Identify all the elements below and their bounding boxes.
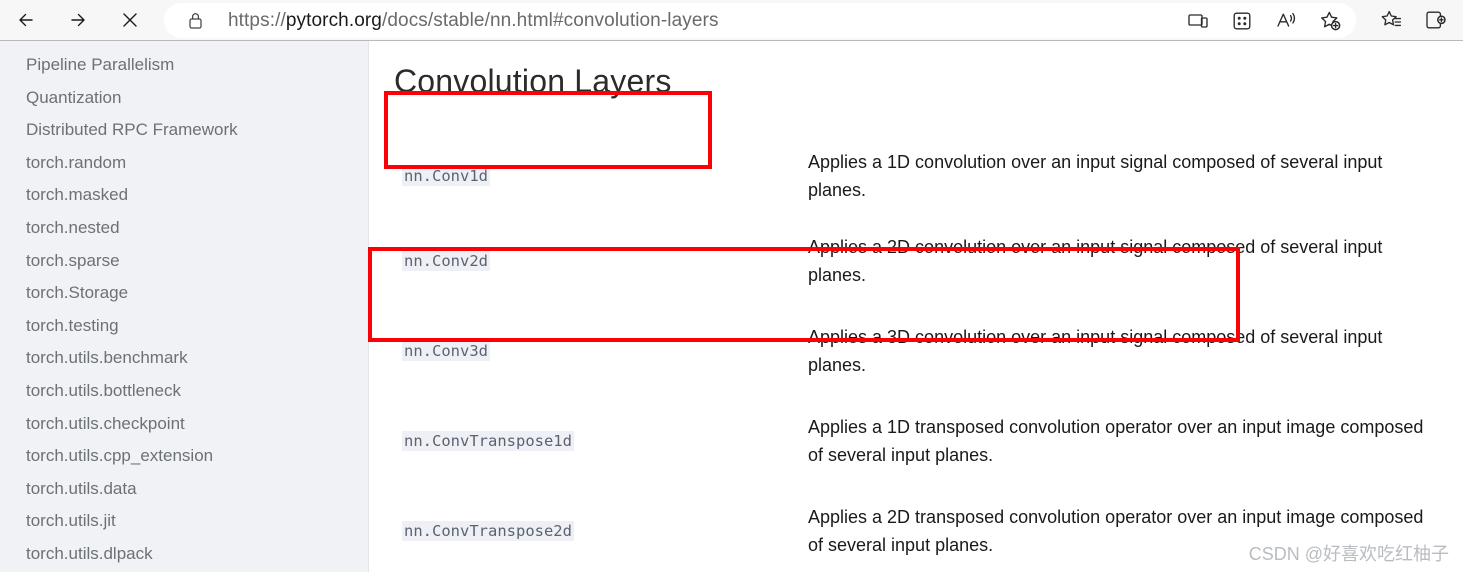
- sidebar-item-torch-masked[interactable]: torch.masked: [0, 179, 368, 212]
- sidebar-item-torch-sparse[interactable]: torch.sparse: [0, 245, 368, 278]
- table-row[interactable]: nn.Conv1d Applies a 1D convolution over …: [370, 136, 1463, 216]
- table-row[interactable]: nn.ConvTranspose1d Applies a 1D transpos…: [370, 396, 1463, 486]
- add-favorite-icon[interactable]: [1308, 4, 1352, 38]
- stop-loading-button[interactable]: [110, 3, 150, 37]
- api-name-cell: nn.Conv3d: [370, 340, 808, 361]
- csdn-watermark: CSDN @好喜欢吃红柚子: [1248, 544, 1449, 564]
- api-name-cell: nn.ConvTranspose2d: [370, 520, 808, 541]
- favorites-icon[interactable]: [1369, 4, 1413, 38]
- sidebar-item-torch-utils-benchmark[interactable]: torch.utils.benchmark: [0, 342, 368, 375]
- sidebar-item-quantization[interactable]: Quantization: [0, 82, 368, 115]
- url-text[interactable]: https://pytorch.org/docs/stable/nn.html#…: [228, 10, 719, 32]
- table-row[interactable]: nn.Conv3d Applies a 3D convolution over …: [370, 306, 1463, 396]
- sidebar-item-torch-utils-cpp-extension[interactable]: torch.utils.cpp_extension: [0, 440, 368, 473]
- sidebar-item-torch-utils-bottleneck[interactable]: torch.utils.bottleneck: [0, 375, 368, 408]
- toolbar-actions: [1369, 3, 1457, 38]
- api-table: nn.Conv1d Applies a 1D convolution over …: [370, 136, 1463, 572]
- read-aloud-icon[interactable]: [1264, 4, 1308, 38]
- address-bar-actions: [1176, 3, 1352, 38]
- address-bar[interactable]: https://pytorch.org/docs/stable/nn.html#…: [164, 3, 1356, 38]
- forward-button[interactable]: [60, 3, 100, 37]
- sidebar-item-torch-random[interactable]: torch.random: [0, 147, 368, 180]
- split-screen-icon[interactable]: [1220, 4, 1264, 38]
- url-prefix: https://: [228, 9, 286, 31]
- docs-content: Convolution Layers nn.Conv1d Applies a 1…: [370, 41, 1463, 572]
- lock-icon[interactable]: [180, 6, 210, 36]
- api-name-convtranspose2d[interactable]: nn.ConvTranspose2d: [402, 520, 574, 541]
- api-description-conv1d: Applies a 1D convolution over an input s…: [808, 152, 1383, 200]
- sidebar-item-distributed-rpc-framework[interactable]: Distributed RPC Framework: [0, 114, 368, 147]
- sidebar-item-torch-nested[interactable]: torch.nested: [0, 212, 368, 245]
- sidebar-item-torch-utils-checkpoint[interactable]: torch.utils.checkpoint: [0, 408, 368, 441]
- api-name-cell: nn.Conv1d: [370, 165, 808, 186]
- sidebar-item-torch-storage[interactable]: torch.Storage: [0, 277, 368, 310]
- cast-to-device-icon[interactable]: [1176, 4, 1220, 38]
- table-row[interactable]: nn.Conv2d Applies a 2D convolution over …: [370, 216, 1463, 306]
- url-path: /docs/stable/nn.html#convolution-layers: [381, 9, 719, 31]
- api-name-conv3d[interactable]: nn.Conv3d: [402, 340, 490, 361]
- api-description-cell: Applies a 3D convolution over an input s…: [808, 323, 1463, 379]
- docs-sidebar[interactable]: Pipeline Parallelism Quantization Distri…: [0, 41, 369, 572]
- api-name-convtranspose1d[interactable]: nn.ConvTranspose1d: [402, 430, 574, 451]
- api-name-cell: nn.ConvTranspose1d: [370, 430, 808, 451]
- sidebar-item-torch-utils-jit[interactable]: torch.utils.jit: [0, 505, 368, 538]
- api-name-conv2d[interactable]: nn.Conv2d: [402, 250, 490, 271]
- page-viewport: Pipeline Parallelism Quantization Distri…: [0, 41, 1463, 572]
- sidebar-item-torch-testing[interactable]: torch.testing: [0, 310, 368, 343]
- back-button[interactable]: [8, 3, 48, 37]
- url-host: pytorch.org: [285, 9, 382, 31]
- collections-icon[interactable]: [1413, 4, 1457, 38]
- api-description-cell: Applies a 1D convolution over an input s…: [808, 148, 1463, 204]
- sidebar-item-pipeline-parallelism[interactable]: Pipeline Parallelism: [0, 49, 368, 82]
- sidebar-item-torch-utils-data[interactable]: torch.utils.data: [0, 473, 368, 506]
- api-description-convtranspose1d: Applies a 1D transposed convolution oper…: [808, 417, 1424, 465]
- sidebar-item-torch-utils-dlpack[interactable]: torch.utils.dlpack: [0, 538, 368, 571]
- api-description-cell: Applies a 2D convolution over an input s…: [808, 233, 1463, 289]
- api-name-cell: nn.Conv2d: [370, 250, 808, 271]
- api-description-cell: Applies a 1D transposed convolution oper…: [808, 413, 1463, 469]
- page-title: Convolution Layers: [394, 63, 672, 99]
- api-name-conv1d[interactable]: nn.Conv1d: [402, 165, 490, 186]
- api-description-conv3d: Applies a 3D convolution over an input s…: [808, 327, 1383, 375]
- api-description-conv2d: Applies a 2D convolution over an input s…: [808, 237, 1383, 285]
- browser-toolbar: https://pytorch.org/docs/stable/nn.html#…: [0, 0, 1463, 41]
